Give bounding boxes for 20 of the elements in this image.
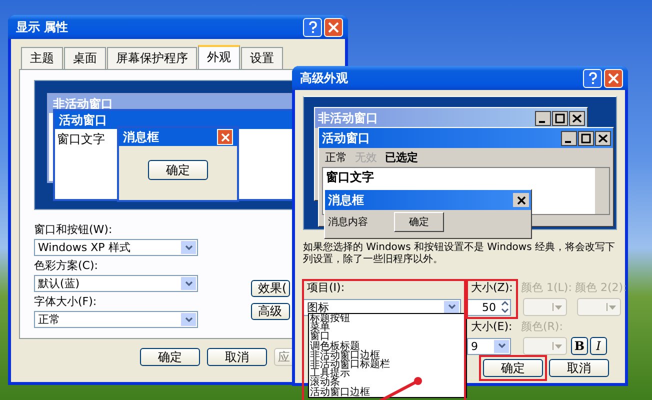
window-title: 消息框 [123,128,159,146]
field-label: 字体大小(F): [34,294,98,309]
window-title: 活动窗口 [59,112,107,128]
window-title: 消息框 [328,192,364,208]
window-title: 活动窗口 [322,130,370,146]
window-title: 非活动窗口 [53,96,113,112]
notice-text: 如果您选择的 Windows 和按钮设置不是 Windows 经典，将会改写下列设置，除了一些旧程序以外。 [303,242,616,266]
window-text: 窗口文字 [326,170,374,184]
window-title: 高级外观 [300,70,349,86]
window-title: 显示 属性 [16,18,70,36]
field-label: 项目(I): [307,280,345,295]
field-label: 颜色(R): [521,319,563,334]
field-label: 窗口和按钮(W): [34,222,114,237]
window-title: 非活动窗口 [318,110,378,126]
field-label: 色彩方案(C): [34,258,99,273]
field-label: 颜色 1(L): [521,280,572,295]
field-label: 大小(Z): [471,280,513,295]
field-label: 大小(E): [471,319,512,334]
message-text: 消息内容 [328,216,368,229]
window-text: 窗口文字 [57,132,105,146]
